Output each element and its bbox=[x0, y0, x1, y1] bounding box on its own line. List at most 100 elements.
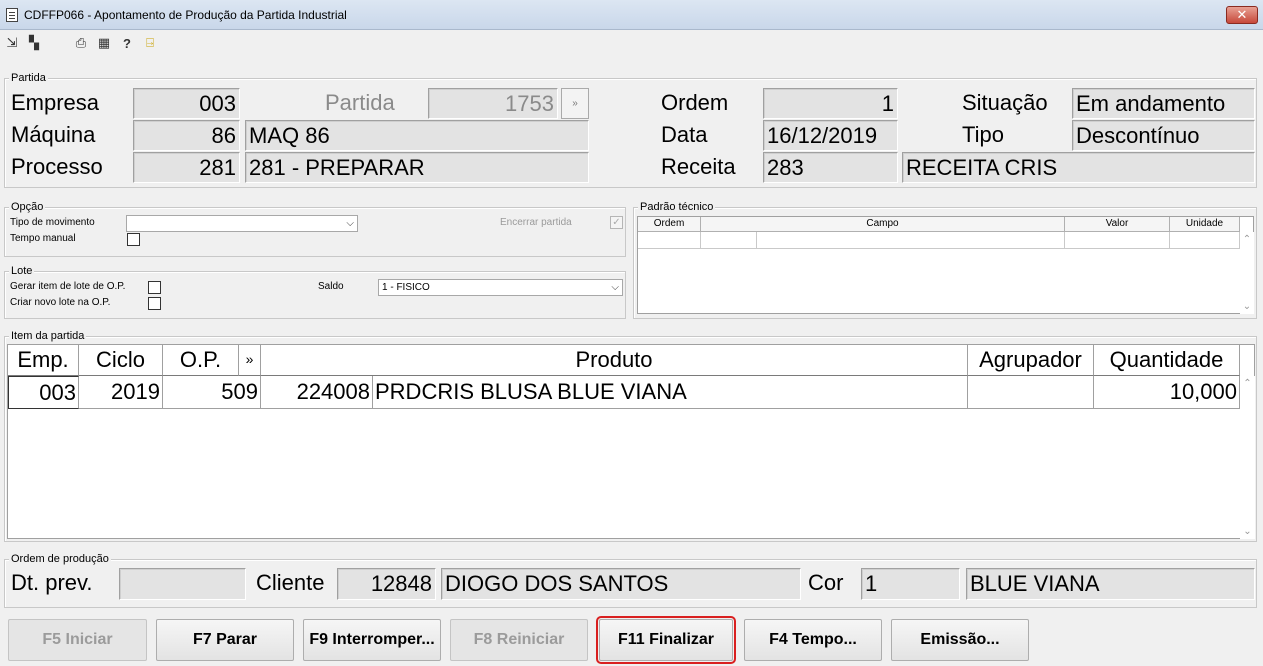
column-header-valor[interactable]: Valor bbox=[1065, 217, 1170, 232]
column-header-quantidade[interactable]: Quantidade bbox=[1094, 345, 1240, 376]
scroll-up-icon[interactable]: ⌃ bbox=[1240, 378, 1255, 389]
cell-produto[interactable]: PRDCRIS BLUSA BLUE VIANA bbox=[373, 376, 968, 409]
encerrar-partida-label: Encerrar partida bbox=[500, 217, 572, 228]
cell-ciclo[interactable]: 2019 bbox=[79, 376, 163, 409]
grid-cell[interactable] bbox=[1170, 232, 1240, 249]
criar-novo-lote-label: Criar novo lote na O.P. bbox=[10, 297, 111, 308]
copy-icon[interactable]: ▚ bbox=[26, 35, 42, 51]
scroll-up-icon[interactable]: ⌃ bbox=[1240, 234, 1254, 245]
saldo-label: Saldo bbox=[318, 281, 344, 292]
empresa-label: Empresa bbox=[11, 90, 100, 115]
partida-field[interactable]: 1753 bbox=[428, 88, 558, 119]
receita-field[interactable]: 283 bbox=[763, 152, 898, 183]
receita-label: Receita bbox=[661, 154, 736, 179]
partida-lookup-button[interactable]: » bbox=[561, 88, 589, 119]
iniciar-button[interactable]: F5 Iniciar bbox=[8, 619, 147, 661]
grid-cell[interactable] bbox=[757, 232, 1065, 249]
arrow-icon[interactable]: ⇲ bbox=[4, 35, 20, 51]
tipo-movimento-select[interactable]: ⌵ bbox=[126, 215, 358, 232]
parar-button[interactable]: F7 Parar bbox=[156, 619, 294, 661]
column-header-ordem[interactable]: Ordem bbox=[638, 217, 701, 232]
maquina-label: Máquina bbox=[11, 122, 96, 147]
tempo-manual-checkbox[interactable] bbox=[127, 233, 140, 246]
item-partida-title: Item da partida bbox=[9, 330, 87, 342]
maquina-field[interactable]: 86 bbox=[133, 120, 240, 151]
situacao-label: Situação bbox=[962, 90, 1048, 115]
tipo-movimento-label: Tipo de movimento bbox=[10, 217, 95, 228]
title-bar: CDFFP066 - Apontamento de Produção da Pa… bbox=[0, 0, 1263, 30]
tempo-manual-label: Tempo manual bbox=[10, 233, 76, 244]
close-button[interactable]: ✕ bbox=[1226, 6, 1258, 24]
cor-label: Cor bbox=[808, 570, 844, 595]
dt-prev-field bbox=[119, 568, 246, 600]
cell-emp[interactable]: 003 bbox=[8, 376, 79, 409]
data-label: Data bbox=[661, 122, 708, 147]
data-field[interactable]: 16/12/2019 bbox=[763, 120, 898, 151]
column-header-unidade[interactable]: Unidade bbox=[1170, 217, 1240, 232]
ordem-field[interactable]: 1 bbox=[763, 88, 898, 119]
cell-quantidade[interactable]: 10,000 bbox=[1094, 376, 1240, 409]
ordem-label: Ordem bbox=[661, 90, 729, 115]
chevron-down-icon: ⌵ bbox=[611, 282, 619, 293]
lote-group-title: Lote bbox=[9, 265, 35, 277]
tempo-button[interactable]: F4 Tempo... bbox=[744, 619, 882, 661]
vertical-scrollbar[interactable]: ⌃ ⌄ bbox=[1240, 232, 1254, 314]
window-title: CDFFP066 - Apontamento de Produção da Pa… bbox=[24, 8, 347, 22]
chevron-down-icon: ⌵ bbox=[346, 218, 354, 229]
grid-cell[interactable] bbox=[638, 232, 701, 249]
calendar-icon[interactable]: ▦ bbox=[96, 35, 112, 51]
processo-field[interactable]: 281 bbox=[133, 152, 240, 183]
opcao-group-title: Opção bbox=[9, 201, 46, 213]
column-header-campo[interactable]: Campo bbox=[701, 217, 1065, 232]
ordem-producao-title: Ordem de produção bbox=[9, 553, 111, 565]
scroll-down-icon[interactable]: ⌄ bbox=[1240, 301, 1254, 312]
cell-agrupador[interactable] bbox=[968, 376, 1094, 409]
help-icon[interactable]: ? bbox=[119, 35, 135, 51]
column-header-ciclo[interactable]: Ciclo bbox=[79, 345, 163, 376]
cliente-code-field: 12848 bbox=[337, 568, 436, 600]
interromper-button[interactable]: F9 Interromper... bbox=[303, 619, 441, 661]
saldo-value: 1 - FISICO bbox=[382, 282, 430, 293]
receita-desc-field: RECEITA CRIS bbox=[902, 152, 1255, 183]
tipo-label: Tipo bbox=[962, 122, 1004, 147]
padrao-tecnico-title: Padrão técnico bbox=[638, 201, 716, 213]
padrao-tecnico-grid: Ordem Campo Valor Unidade ⌃ ⌄ bbox=[637, 216, 1254, 314]
finalizar-button[interactable]: F11 Finalizar bbox=[596, 616, 736, 664]
column-header-produto[interactable]: Produto bbox=[261, 345, 968, 376]
emissao-button[interactable]: Emissão... bbox=[891, 619, 1029, 661]
cell-op[interactable]: 509 bbox=[163, 376, 261, 409]
table-row[interactable]: 003 2019 509 224008 PRDCRIS BLUSA BLUE V… bbox=[8, 376, 1240, 409]
encerrar-partida-checkbox[interactable]: ✓ bbox=[610, 216, 623, 229]
partida-group-title: Partida bbox=[9, 72, 48, 84]
processo-desc-field: 281 - PREPARAR bbox=[245, 152, 589, 183]
tipo-field: Descontínuo bbox=[1072, 120, 1255, 151]
reiniciar-button[interactable]: F8 Reiniciar bbox=[450, 619, 588, 661]
column-header-more[interactable]: » bbox=[239, 345, 261, 376]
empresa-field[interactable]: 003 bbox=[133, 88, 240, 119]
vertical-scrollbar[interactable]: ⌃ ⌄ bbox=[1240, 376, 1255, 539]
scroll-down-icon[interactable]: ⌄ bbox=[1240, 526, 1255, 537]
exit-icon[interactable]: ⍈ bbox=[142, 35, 158, 51]
saldo-select[interactable]: 1 - FISICO ⌵ bbox=[378, 279, 623, 296]
processo-label: Processo bbox=[11, 154, 103, 179]
cliente-name-field: DIOGO DOS SANTOS bbox=[441, 568, 801, 600]
cor-code-field: 1 bbox=[861, 568, 960, 600]
maquina-desc-field: MAQ 86 bbox=[245, 120, 589, 151]
toolbar: ⇲ ▚ ⎙ ▦ ? ⍈ bbox=[0, 31, 1263, 55]
grid-cell[interactable] bbox=[1065, 232, 1170, 249]
gerar-item-lote-checkbox[interactable] bbox=[148, 281, 161, 294]
cor-name-field: BLUE VIANA bbox=[966, 568, 1255, 600]
situacao-field: Em andamento bbox=[1072, 88, 1255, 119]
gerar-item-lote-label: Gerar item de lote de O.P. bbox=[10, 281, 126, 292]
column-header-agrupador[interactable]: Agrupador bbox=[968, 345, 1094, 376]
grid-cell[interactable] bbox=[701, 232, 757, 249]
cell-produto-code[interactable]: 224008 bbox=[261, 376, 373, 409]
criar-novo-lote-checkbox[interactable] bbox=[148, 297, 161, 310]
partida-label: Partida bbox=[325, 90, 395, 115]
column-header-op[interactable]: O.P. bbox=[163, 345, 239, 376]
document-icon bbox=[6, 8, 18, 22]
print-icon[interactable]: ⎙ bbox=[73, 35, 89, 51]
cliente-label: Cliente bbox=[256, 570, 325, 595]
column-header-emp[interactable]: Emp. bbox=[8, 345, 79, 376]
dt-prev-label: Dt. prev. bbox=[11, 570, 93, 595]
